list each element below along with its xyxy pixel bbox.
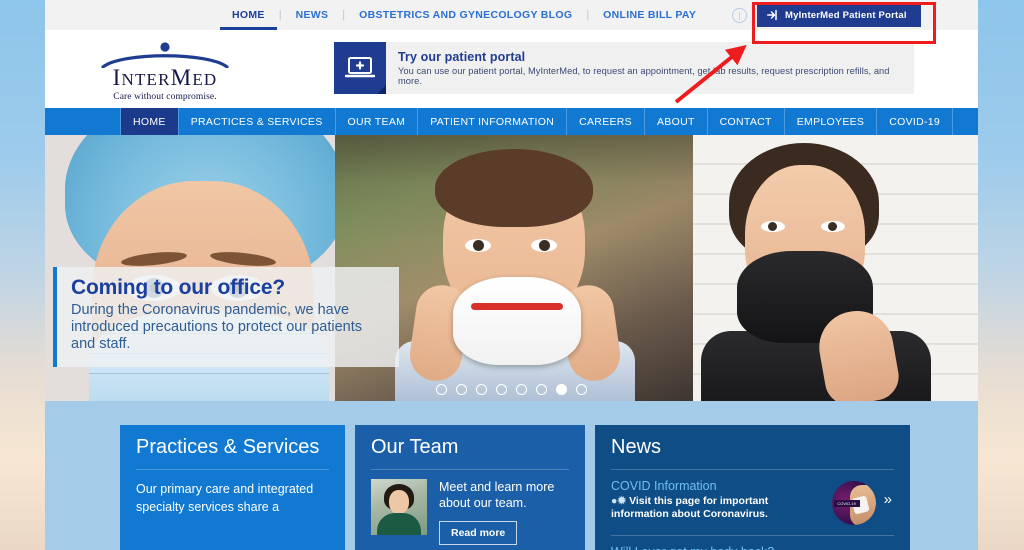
card-team-text: Meet and learn more about our team. <box>439 479 569 513</box>
card-practices-services[interactable]: Practices & Services Our primary care an… <box>120 425 345 550</box>
home-cards-section: Practices & Services Our primary care an… <box>45 401 978 550</box>
news-item-description: ●✹ Visit this page for important informa… <box>611 495 826 522</box>
patient-portal-promo-banner[interactable]: Try our patient portal You can use our p… <box>334 42 914 94</box>
carousel-dots <box>45 384 978 395</box>
carousel-dot-1[interactable] <box>436 384 447 395</box>
top-nav-obgyn-blog[interactable]: OBSTETRICS AND GYNECOLOGY BLOG <box>347 0 584 30</box>
portal-button-label: MyInterMed Patient Portal <box>785 10 907 21</box>
carousel-dot-5[interactable] <box>516 384 527 395</box>
intermed-logo[interactable]: INTERMED Care without compromise. <box>85 36 245 101</box>
team-read-more-button[interactable]: Read more <box>439 521 517 545</box>
nav-item-covid-19[interactable]: COVID-19 <box>877 108 953 135</box>
nav-item-patient-information[interactable]: PATIENT INFORMATION <box>418 108 567 135</box>
nav-item-our-team[interactable]: OUR TEAM <box>336 108 419 135</box>
hero-image-woman-black-mask <box>693 135 978 401</box>
team-member-photo <box>371 479 427 535</box>
logo-letters-ed: ED <box>192 70 217 89</box>
card-practices-title: Practices & Services <box>120 425 345 469</box>
nav-item-careers[interactable]: CAREERS <box>567 108 645 135</box>
nav-separator: | <box>340 9 347 21</box>
nav-item-about[interactable]: ABOUT <box>645 108 708 135</box>
main-navigation: HOME PRACTICES & SERVICES OUR TEAM PATIE… <box>45 108 978 135</box>
card-news[interactable]: News COVID Information ●✹ Visit this pag… <box>595 425 910 550</box>
promo-title: Try our patient portal <box>398 50 914 64</box>
logo-letter-m: M <box>171 65 193 90</box>
top-utility-bar: HOME | NEWS | OBSTETRICS AND GYNECOLOGY … <box>45 0 978 30</box>
carousel-dot-4[interactable] <box>496 384 507 395</box>
card-our-team[interactable]: Our Team Meet and learn more about our t… <box>355 425 585 550</box>
carousel-dot-7[interactable] <box>556 384 567 395</box>
logo-tagline: Care without compromise. <box>85 92 245 102</box>
nav-item-home[interactable]: HOME <box>120 108 179 135</box>
hero-carousel[interactable]: Coming to our office? During the Coronav… <box>45 135 978 401</box>
annotation-arrow-icon <box>660 40 750 110</box>
top-nav-online-bill-pay[interactable]: ONLINE BILL PAY <box>591 0 708 30</box>
top-navigation: HOME | NEWS | OBSTETRICS AND GYNECOLOGY … <box>220 0 822 30</box>
carousel-dot-2[interactable] <box>456 384 467 395</box>
news-item[interactable]: Will I ever get my body back? ... <box>595 536 910 550</box>
carousel-dot-6[interactable] <box>536 384 547 395</box>
myintermed-patient-portal-button[interactable]: MyInterMed Patient Portal <box>757 3 921 27</box>
login-arrow-icon <box>767 9 779 21</box>
card-news-title: News <box>595 425 910 469</box>
news-item[interactable]: COVID Information ●✹ Visit this page for… <box>595 470 910 525</box>
nav-item-contact[interactable]: CONTACT <box>708 108 785 135</box>
brand-row: INTERMED Care without compromise. Try ou… <box>45 30 978 108</box>
website-page: HOME | NEWS | OBSTETRICS AND GYNECOLOGY … <box>45 0 978 550</box>
nav-item-practices-services[interactable]: PRACTICES & SERVICES <box>179 108 336 135</box>
facebook-icon[interactable] <box>732 8 747 23</box>
card-team-title: Our Team <box>355 425 585 469</box>
nav-separator: | <box>584 9 591 21</box>
virus-bullet-icon: ●✹ <box>611 495 629 507</box>
hero-slide-caption: Coming to our office? During the Coronav… <box>53 267 399 367</box>
nav-item-employees[interactable]: EMPLOYEES <box>785 108 877 135</box>
news-next-chevron-icon[interactable]: » <box>884 491 896 508</box>
promo-subtitle: You can use our patient portal, MyInterM… <box>398 66 914 86</box>
hero-slide-text: During the Coronavirus pandemic, we have… <box>71 302 385 353</box>
logo-wordmark: INTERMED <box>85 66 245 90</box>
news-item-headline[interactable]: COVID Information <box>611 479 826 493</box>
carousel-dot-3[interactable] <box>476 384 487 395</box>
top-nav-news[interactable]: NEWS <box>284 0 341 30</box>
news-item-headline[interactable]: Will I ever get my body back? ... <box>611 545 894 550</box>
logo-letters-nter: NTER <box>121 70 170 89</box>
nav-separator: | <box>277 9 284 21</box>
top-nav-home[interactable]: HOME <box>220 0 277 30</box>
hero-slide-title: Coming to our office? <box>71 277 385 299</box>
news-thumb-label: COVID-19 <box>834 500 860 507</box>
carousel-dot-8[interactable] <box>576 384 587 395</box>
card-practices-body: Our primary care and integrated specialt… <box>136 470 329 516</box>
news-item-thumbnail: COVID-19 <box>832 481 876 525</box>
laptop-plus-icon <box>334 42 386 94</box>
